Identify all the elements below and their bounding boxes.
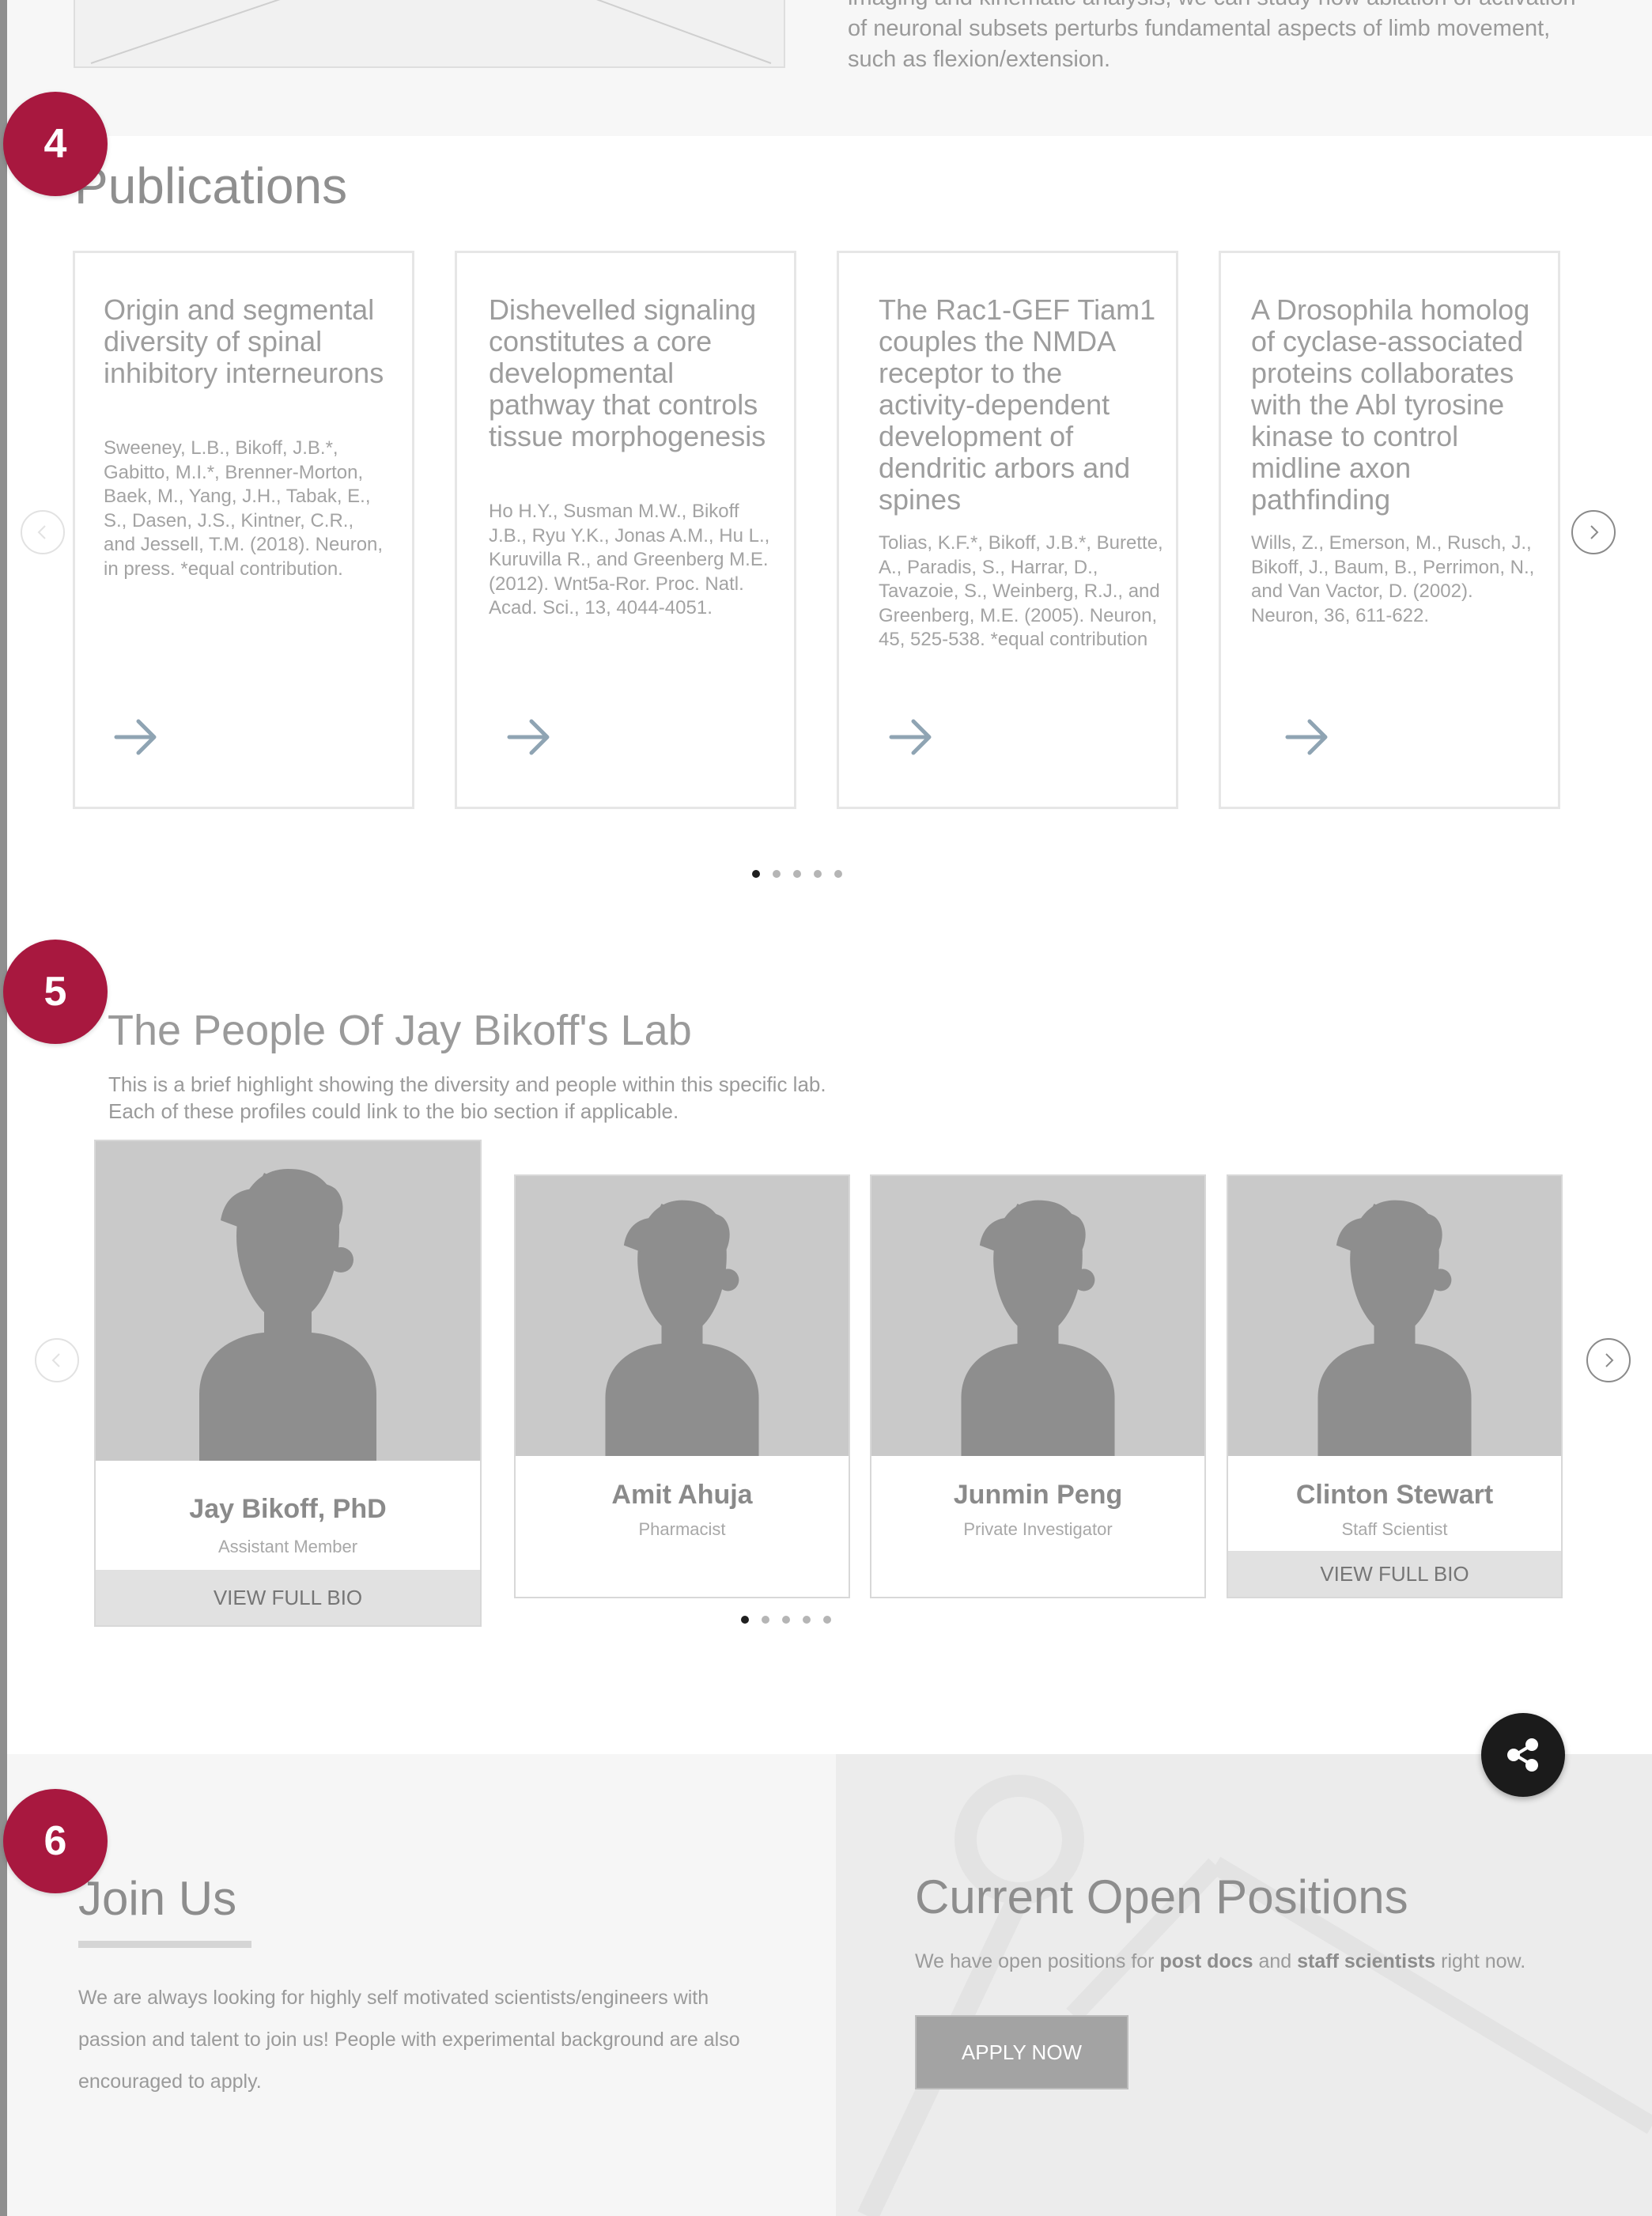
pagination-dot[interactable]: [741, 1616, 749, 1624]
step-badge-4: 4: [3, 92, 108, 196]
people-description: This is a brief highlight showing the di…: [108, 1071, 899, 1125]
arrow-right-icon[interactable]: [112, 712, 162, 762]
person-role: Private Investigator: [963, 1519, 1113, 1539]
pagination-dot[interactable]: [762, 1616, 769, 1624]
people-next-button[interactable]: [1586, 1338, 1631, 1382]
pagination-dot[interactable]: [752, 870, 760, 878]
publication-title: The Rac1-GEF Tiam1 couples the NMDA rece…: [879, 293, 1156, 516]
publication-citation: Sweeney, L.B., Bikoff, J.B.*, Gabitto, M…: [104, 437, 384, 580]
join-description: We are always looking for highly self mo…: [78, 1987, 740, 2093]
avatar: [516, 1176, 849, 1456]
pagination-dot[interactable]: [782, 1616, 790, 1624]
positions-highlight: staff scientists: [1297, 1950, 1436, 1972]
avatar: [871, 1176, 1204, 1456]
open-positions-description: We have open positions for post docs and…: [915, 1950, 1627, 1973]
research-description: imaging and kinematic analysis, we can s…: [848, 0, 1575, 72]
person-name: Junmin Peng: [953, 1480, 1123, 1510]
join-section: Join Us We are always looking for highly…: [7, 1754, 1652, 2216]
people-description-line1: This is a brief highlight showing the di…: [108, 1072, 826, 1096]
background-illustration: [857, 1775, 1652, 2216]
publications-pagination: [752, 870, 842, 878]
pagination-dot[interactable]: [793, 870, 801, 878]
person-name: Jay Bikoff, PhD: [189, 1494, 387, 1524]
share-icon: [1507, 1738, 1538, 1772]
person-role: Staff Scientist: [1341, 1519, 1448, 1539]
people-title: The People Of Jay Bikoff's Lab: [108, 1007, 692, 1054]
publication-card[interactable]: A Drosophila homolog of cyclase-associat…: [1219, 251, 1560, 809]
publication-title: Origin and segmental diversity of spinal…: [104, 293, 384, 389]
person-role: Assistant Member: [217, 1537, 358, 1556]
publication-title: Dishevelled signaling constitutes a core…: [489, 293, 766, 452]
open-positions-panel: Current Open Positions We have open posi…: [836, 1754, 1652, 2216]
person-placeholder-icon: [1317, 1200, 1472, 1456]
person-placeholder-icon: [605, 1200, 759, 1456]
arrow-right-icon[interactable]: [1283, 712, 1333, 762]
open-positions-title: Current Open Positions: [915, 1870, 1408, 1923]
pagination-dot[interactable]: [773, 870, 781, 878]
pagination-dot[interactable]: [823, 1616, 831, 1624]
pagination-dot[interactable]: [803, 1616, 811, 1624]
publication-card[interactable]: Origin and segmental diversity of spinal…: [73, 251, 414, 809]
chevron-right-icon: [1590, 525, 1599, 539]
join-title: Join Us: [78, 1872, 237, 1925]
person-card[interactable]: Clinton Stewart Staff Scientist VIEW FUL…: [1227, 1174, 1563, 1598]
apply-now-button[interactable]: APPLY NOW: [915, 2015, 1128, 2089]
view-full-bio-button[interactable]: VIEW FULL BIO: [96, 1570, 480, 1625]
person-name: Amit Ahuja: [611, 1480, 753, 1510]
positions-text-part: right now.: [1435, 1950, 1526, 1972]
view-full-bio-button[interactable]: VIEW FULL BIO: [1228, 1551, 1561, 1597]
person-placeholder-icon: [961, 1200, 1115, 1456]
person-card[interactable]: Junmin Peng Private Investigator: [870, 1174, 1206, 1598]
research-section-tail: imaging and kinematic analysis, we can s…: [7, 0, 1652, 136]
avatar: [1228, 1176, 1561, 1456]
positions-highlight: post docs: [1159, 1950, 1253, 1972]
person-role: Pharmacist: [638, 1519, 726, 1539]
chevron-right-icon: [1605, 1353, 1614, 1367]
step-badge-5: 5: [3, 940, 108, 1044]
positions-text-part: and: [1253, 1950, 1298, 1972]
step-badge-6: 6: [3, 1789, 108, 1893]
positions-text-part: We have open positions for: [915, 1950, 1160, 1972]
people-prev-button[interactable]: [35, 1338, 79, 1382]
publications-prev-button[interactable]: [21, 510, 65, 554]
publication-citation: Tolias, K.F.*, Bikoff, J.B.*, Burette, A…: [879, 532, 1163, 650]
publication-title: A Drosophila homolog of cyclase-associat…: [1251, 293, 1530, 516]
arrow-right-icon[interactable]: [505, 712, 555, 762]
person-card[interactable]: Amit Ahuja Pharmacist: [514, 1174, 850, 1598]
join-title-underline: [78, 1941, 251, 1948]
people-pagination: [741, 1616, 831, 1624]
share-button[interactable]: [1481, 1713, 1565, 1797]
publication-citation: Wills, Z., Emerson, M., Rusch, J., Bikof…: [1251, 532, 1535, 626]
publication-card[interactable]: The Rac1-GEF Tiam1 couples the NMDA rece…: [837, 251, 1178, 809]
left-edge-rule: [0, 0, 7, 2216]
research-image-placeholder: [74, 0, 785, 68]
chevron-left-icon: [37, 525, 46, 539]
chevron-left-icon: [51, 1353, 60, 1367]
person-name: Clinton Stewart: [1295, 1480, 1494, 1510]
publications-title: Publications: [74, 157, 348, 214]
arrow-right-icon[interactable]: [886, 712, 937, 762]
publication-card[interactable]: Dishevelled signaling constitutes a core…: [455, 251, 796, 809]
person-card-featured[interactable]: Jay Bikoff, PhD Assistant Member VIEW FU…: [94, 1140, 482, 1627]
pagination-dot[interactable]: [834, 870, 842, 878]
publications-next-button[interactable]: [1571, 510, 1616, 554]
pagination-dot[interactable]: [814, 870, 822, 878]
publication-citation: Ho H.Y., Susman M.W., Bikoff J.B., Ryu Y…: [489, 501, 770, 618]
people-description-line2: Each of these profiles could link to the…: [108, 1099, 679, 1123]
person-placeholder-icon: [199, 1169, 376, 1461]
avatar: [96, 1141, 480, 1461]
